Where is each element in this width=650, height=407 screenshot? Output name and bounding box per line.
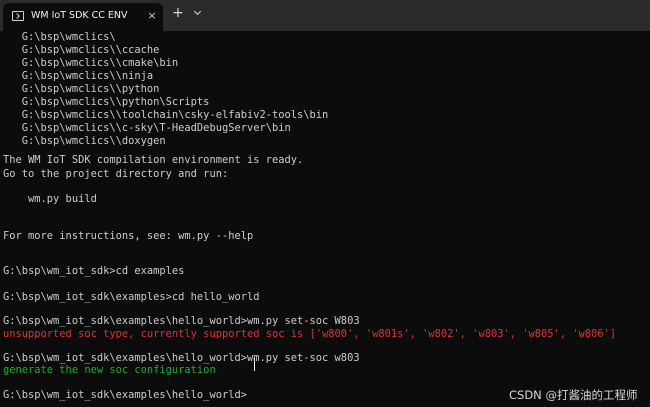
chevron-down-icon[interactable]	[193, 8, 203, 18]
terminal-line: G:\bsp\wm_iot_sdk\examples>cd hello_worl…	[3, 291, 260, 303]
terminal-line: For more instructions, see: wm.py --help	[3, 230, 254, 242]
terminal-output[interactable]: G:\bsp\wmclics\ G:\bsp\wmclics\\ccache G…	[0, 31, 650, 407]
tab-title: WM IoT SDK CC ENV	[31, 10, 128, 21]
new-tab-button[interactable]: +	[171, 6, 185, 20]
watermark: CSDN @打酱油的工程师	[509, 388, 638, 402]
terminal-line: G:\bsp\wmclics\\cmake\bin	[3, 57, 179, 69]
terminal-line: G:\bsp\wmclics\	[3, 31, 116, 43]
terminal-icon	[12, 11, 24, 21]
terminal-line: Go to the project directory and run:	[3, 168, 229, 180]
terminal-line: G:\bsp\wm_iot_sdk>cd examples	[3, 265, 185, 277]
terminal-line: G:\bsp\wm_iot_sdk\examples\hello_world>w…	[3, 315, 360, 327]
text-cursor	[254, 358, 255, 371]
terminal-line: G:\bsp\wmclics\\ccache	[3, 44, 160, 56]
terminal-line: G:\bsp\wmclics\\toolchain\csky-elfabiv2-…	[3, 109, 329, 121]
terminal-line: G:\bsp\wmclics\\python\Scripts	[3, 96, 210, 108]
title-bar: WM IoT SDK CC ENV × +	[0, 0, 650, 31]
error-line: unsupported soc type, currently supporte…	[3, 328, 617, 340]
terminal-line: G:\bsp\wmclics\\doxygen	[3, 135, 166, 147]
prompt-line: G:\bsp\wm_iot_sdk\examples\hello_world>	[3, 389, 247, 401]
success-line: generate the new soc configuration	[3, 364, 216, 376]
terminal-window: WM IoT SDK CC ENV × + G:\bsp\wmclics\ G:…	[0, 0, 650, 407]
terminal-line: G:\bsp\wmclics\\ninja	[3, 70, 154, 82]
terminal-line: The WM IoT SDK compilation environment i…	[3, 154, 304, 166]
terminal-line: wm.py build	[3, 193, 97, 205]
tab-wm-iot-sdk-cc-env[interactable]: WM IoT SDK CC ENV ×	[3, 3, 163, 31]
close-icon[interactable]: ×	[146, 10, 158, 22]
terminal-line: G:\bsp\wmclics\\python	[3, 83, 160, 95]
terminal-line: G:\bsp\wmclics\\c-sky\T-HeadDebugServer\…	[3, 122, 291, 134]
